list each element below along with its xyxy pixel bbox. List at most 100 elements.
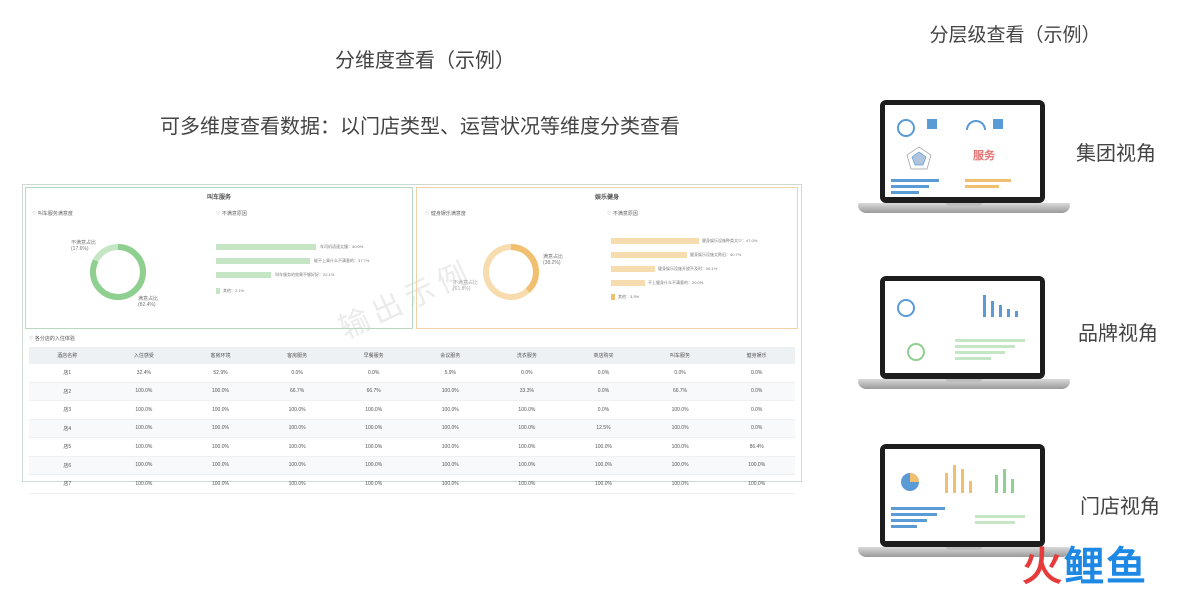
laptop-brand-view (858, 276, 1070, 394)
mini-donut (907, 343, 925, 361)
table-cell: 100.0% (182, 456, 259, 475)
table-cell: 100.0% (182, 437, 259, 457)
table-cell: 100.0% (105, 474, 183, 494)
satisfaction-donut (483, 244, 539, 300)
table-cell: 100.0% (488, 437, 566, 457)
mini-donut (897, 299, 915, 317)
mini-bar (975, 515, 1025, 518)
bar-1 (611, 238, 699, 244)
column-header: 客房服务 (258, 347, 336, 364)
table-cell: 店5 (29, 437, 106, 457)
panel-title: 叫车服务 (206, 195, 231, 201)
table-row: 店6 100.0% 100.0% 100.0% 100.0% 100.0% 100.0% 10… (29, 456, 795, 475)
table-cell: 100.0% (258, 474, 336, 494)
column-header: 商店购买 (565, 347, 642, 364)
table-cell: 100.0% (641, 437, 719, 457)
legend-other: 其他：3.5% (618, 294, 640, 299)
table-cell: 100.0% (411, 419, 489, 438)
table-cell: 100.0% (335, 419, 412, 438)
mini-bar (891, 179, 939, 182)
ring-label-satisfied: 满意占比 (82.4%) (138, 296, 158, 308)
bar-1-label: 健身娱乐设施种类太少：47.0% (702, 238, 758, 243)
table-row: 店5 100.0% 100.0% 100.0% 100.0% 100.0% 100.0% 10… (29, 437, 795, 457)
mini-vbar (945, 473, 948, 493)
column-header: 洗衣服务 (488, 347, 566, 364)
bar-1-label: 车司机语速太慢：40.0% (320, 244, 364, 249)
laptop-notch (946, 379, 982, 382)
group-view-label: 集团视角 (1076, 143, 1156, 165)
table-cell: 100.0% (258, 400, 336, 420)
table-cell: 100.0% (335, 456, 412, 475)
ring-label-pct: (17.6%) (71, 246, 89, 252)
table-cell: 66.7% (335, 382, 412, 401)
ring-label-pct: (82.4%) (138, 302, 156, 308)
mini-bar (965, 179, 1011, 182)
table-cell: 100.0% (258, 437, 336, 457)
table-cell: 100.0% (411, 437, 489, 457)
bar-chart-label: ♡ 不满意原因 (216, 211, 247, 217)
table-cell: 0.0% (565, 364, 642, 383)
bar-2-label: 能不上乘什么不满意的：37.7% (314, 258, 370, 263)
legend-swatch (611, 294, 615, 300)
ring-label-unsatisfied: 不满意占比 (17.6%) (71, 240, 96, 252)
bar-1 (216, 244, 316, 250)
mini-vbar (953, 465, 956, 493)
table-cell: 66.7% (641, 382, 719, 401)
table-cell: 32.4% (105, 364, 183, 383)
table-cell: 100.0% (105, 382, 183, 401)
table-cell: 100.0% (335, 400, 412, 420)
mini-vbar (991, 301, 994, 317)
table-cell: 0.0% (718, 382, 795, 401)
screen-content (885, 281, 1040, 373)
table-cell: 100.0% (182, 474, 259, 494)
mini-kpi-icon (927, 119, 937, 129)
screen-content: 服务 (885, 105, 1040, 197)
table-cell: 100.0% (182, 382, 259, 401)
table-cell: 52.9% (182, 364, 259, 383)
laptop-screen: 服务 (880, 100, 1045, 203)
bar-2-label: 健身娱乐设施太陈旧：40.7% (690, 252, 742, 257)
table-cell: 100.0% (565, 474, 642, 494)
table-cell: 0.0% (335, 364, 412, 383)
legend-swatch (216, 288, 220, 294)
table-cell: 100.0% (488, 456, 566, 475)
mini-gauge (966, 120, 986, 131)
table-row: 店7 100.0% 100.0% 100.0% 100.0% 100.0% 100.0% 10… (29, 474, 795, 494)
table-row: 店1 32.4% 52.9% 0.0% 0.0% 5.9% 0.0% 0.0% 0.0% 0.0% (29, 364, 795, 383)
mini-bar (965, 185, 999, 188)
table-cell: 66.7% (258, 382, 336, 401)
laptop-notch (946, 203, 982, 206)
column-header: 会议服务 (411, 347, 489, 364)
table-cell: 33.3% (488, 382, 566, 401)
bar-3-label: 叫车服务的效果不够好好：22.1% (275, 272, 335, 277)
table-cell: 100.0% (411, 474, 489, 494)
mini-word-cloud: 服务 (973, 150, 995, 162)
table-cell: 店7 (29, 474, 106, 494)
table-cell: 0.0% (641, 364, 719, 383)
column-header: 叫车服务 (641, 347, 719, 364)
table-cell: 0.0% (718, 400, 795, 420)
mini-vbar (961, 469, 964, 493)
store-view-label: 门店视角 (1080, 496, 1160, 518)
mini-vbar (1011, 479, 1014, 493)
table-title: ♡ 各分店的入住体验 (29, 336, 75, 342)
table-cell: 店2 (29, 382, 106, 401)
laptop-screen (880, 276, 1045, 379)
mini-vbar (1007, 309, 1010, 317)
table-cell: 店3 (29, 400, 106, 420)
table-cell: 100.0% (488, 400, 566, 420)
mini-vbar (1003, 469, 1006, 493)
table-row: 店2 100.0% 100.0% 66.7% 66.7% 100.0% 33.3% 0.0% 6… (29, 382, 795, 401)
mini-bar (891, 513, 937, 516)
table-cell: 0.0% (565, 382, 642, 401)
table-cell: 100.0% (335, 437, 412, 457)
mini-vbar (999, 305, 1002, 317)
mini-bar (891, 525, 917, 528)
bar-4-label: 不上健身什么不满意的：20.0% (648, 280, 704, 285)
fitness-panel: 娱乐健身 ♡ 健身娱乐满意度 ♡ 不满意原因 满意占比 (38.2%) 不满意占… (416, 187, 798, 329)
table-cell: 0.0% (565, 400, 642, 420)
table-cell: 店6 (29, 456, 106, 475)
table-cell: 5.9% (411, 364, 489, 383)
table-cell: 0.0% (718, 364, 795, 383)
table-cell: 100.0% (105, 456, 183, 475)
